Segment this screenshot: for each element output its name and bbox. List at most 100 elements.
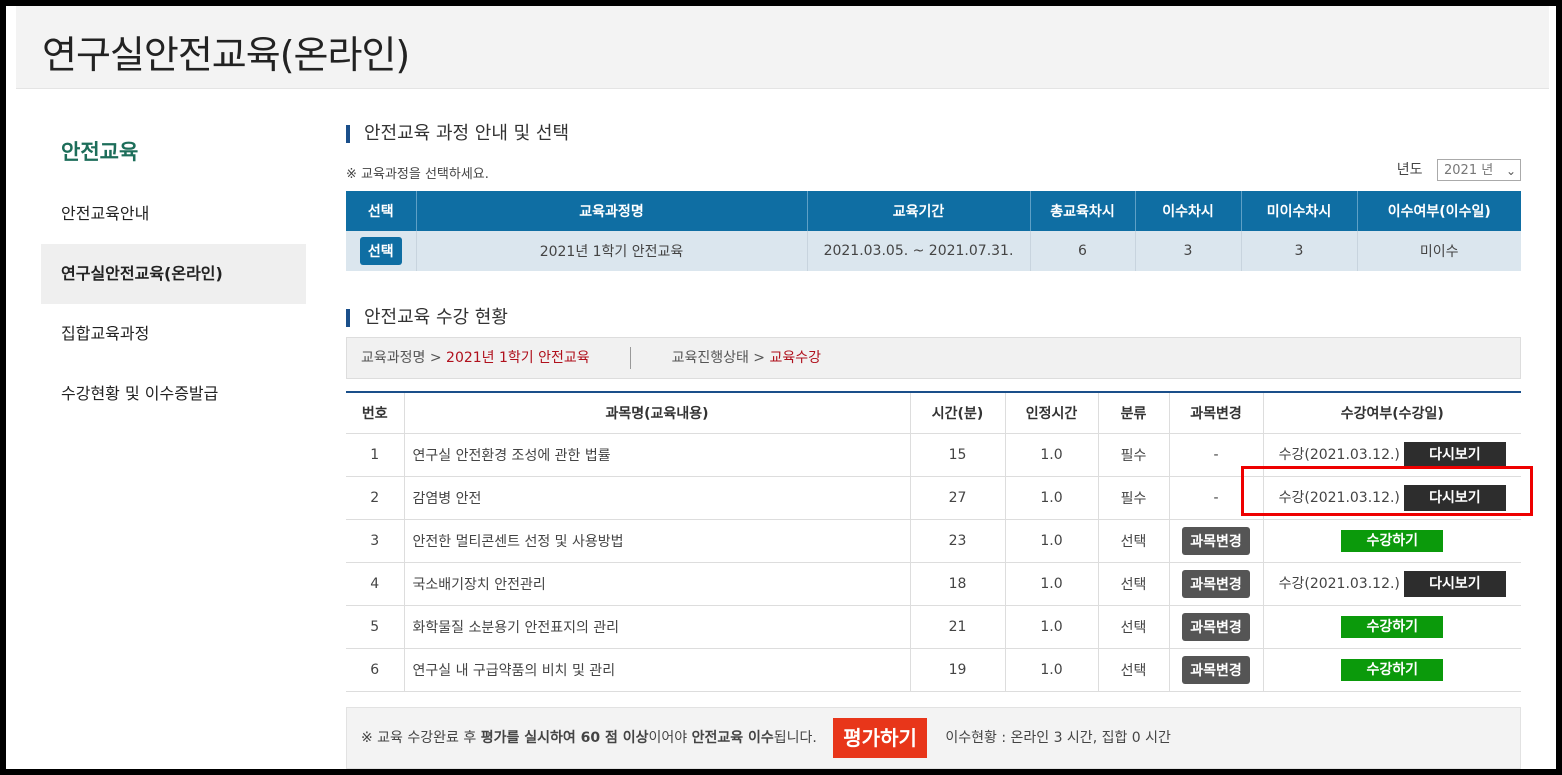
table-row: 5 화학물질 소분용기 안전표지의 관리 21 1.0 선택 과목변경 수강하기 xyxy=(346,605,1521,649)
lesson-no: 5 xyxy=(346,605,405,649)
change-subject-button[interactable]: 과목변경 xyxy=(1182,527,1250,555)
col-header: 선택 xyxy=(346,191,417,231)
lesson-no: 4 xyxy=(346,562,405,606)
state-value: 교육수강 xyxy=(769,350,822,366)
course-name-label: 교육과정명 > xyxy=(361,350,442,366)
table-row: 선택 2021년 1학기 안전교육 2021.03.05. ~ 2021.07.… xyxy=(346,231,1521,271)
lesson-change-cell: 과목변경 xyxy=(1169,562,1264,606)
year-select-value: 2021 년 xyxy=(1444,163,1494,178)
year-select[interactable]: 2021 년 ⌄ xyxy=(1437,159,1521,181)
review-button[interactable]: 다시보기 xyxy=(1403,442,1506,468)
sidebar-item-online-education[interactable]: 연구실안전교육(온라인) xyxy=(41,244,306,304)
progress-status-bar: 교육과정명 > 2021년 1학기 안전교육 교육진행상태 > 교육수강 xyxy=(346,337,1521,379)
course-notice: ※ 교육과정을 선택하세요. xyxy=(346,167,489,182)
col-header: 과목변경 xyxy=(1169,392,1264,434)
lesson-change-cell: 과목변경 xyxy=(1169,519,1264,563)
highlight-box xyxy=(1241,466,1533,516)
review-button[interactable]: 다시보기 xyxy=(1403,571,1506,597)
sidebar-item-group-course[interactable]: 집합교육과정 xyxy=(41,304,306,364)
lesson-table-header: 번호 과목명(교육내용) 시간(분) 인정시간 분류 과목변경 수강여부(수강일… xyxy=(346,392,1521,434)
col-header: 번호 xyxy=(346,392,405,434)
divider xyxy=(630,347,632,369)
table-row: 3 안전한 멀티콘센트 선정 및 사용방법 23 1.0 선택 과목변경 수강하… xyxy=(346,519,1521,563)
year-label: 년도 xyxy=(1396,162,1423,178)
footer-text-mid: 이어야 xyxy=(648,730,692,746)
evaluate-button[interactable]: 평가하기 xyxy=(833,718,927,758)
course-incomplete: 3 xyxy=(1241,231,1358,271)
lesson-minutes: 19 xyxy=(910,648,1006,692)
table-row: 4 국소배기장치 안전관리 18 1.0 선택 과목변경 수강(2021.03.… xyxy=(346,562,1521,606)
col-header: 총교육차시 xyxy=(1030,191,1136,231)
lesson-minutes: 27 xyxy=(910,476,1006,520)
lesson-name: 연구실 안전환경 조성에 관한 법률 xyxy=(404,433,911,477)
lesson-minutes: 15 xyxy=(910,433,1006,477)
page-frame: 연구실안전교육(온라인) 안전교육 안전교육안내 연구실안전교육(온라인) 집합… xyxy=(6,6,1556,769)
lesson-credit: 1.0 xyxy=(1005,476,1099,520)
lesson-change-cell: 과목변경 xyxy=(1169,648,1264,692)
sidebar: 안전교육 안전교육안내 연구실안전교육(온라인) 집합교육과정 수강현황 및 이… xyxy=(41,124,306,424)
col-header: 교육과정명 xyxy=(416,191,808,231)
lesson-status-cell: 수강하기 xyxy=(1263,605,1521,649)
course-name-value: 2021년 1학기 안전교육 xyxy=(446,350,590,366)
lesson-name: 연구실 내 구급약품의 비치 및 관리 xyxy=(404,648,911,692)
col-header: 이수차시 xyxy=(1135,191,1242,231)
lesson-no: 1 xyxy=(346,433,405,477)
lesson-credit: 1.0 xyxy=(1005,648,1099,692)
col-header: 미이수차시 xyxy=(1241,191,1358,231)
lesson-status-cell: 수강하기 xyxy=(1263,519,1521,563)
lesson-type: 필수 xyxy=(1098,476,1170,520)
page-title: 연구실안전교육(온라인) xyxy=(42,33,410,77)
evaluation-footer: ※ 교육 수강완료 후 평가를 실시하여 60 점 이상이어야 안전교육 이수됩… xyxy=(346,707,1521,769)
course-total: 6 xyxy=(1030,231,1136,271)
chevron-down-icon: ⌄ xyxy=(1505,164,1516,178)
course-name: 2021년 1학기 안전교육 xyxy=(416,231,808,271)
course-table-header: 선택 교육과정명 교육기간 총교육차시 이수차시 미이수차시 이수여부(이수일) xyxy=(346,191,1521,231)
sidebar-item-safety-guide[interactable]: 안전교육안내 xyxy=(41,184,306,244)
lesson-credit: 1.0 xyxy=(1005,605,1099,649)
lesson-no: 2 xyxy=(346,476,405,520)
lesson-name: 감염병 안전 xyxy=(404,476,911,520)
take-course-button[interactable]: 수강하기 xyxy=(1341,659,1444,681)
lesson-no: 3 xyxy=(346,519,405,563)
col-header: 교육기간 xyxy=(807,191,1031,231)
select-course-button[interactable]: 선택 xyxy=(359,237,402,265)
lesson-credit: 1.0 xyxy=(1005,433,1099,477)
page-header: 연구실안전교육(온라인) xyxy=(16,6,1549,89)
lesson-status: 수강(2021.03.12.) xyxy=(1278,576,1400,592)
col-header: 이수여부(이수일) xyxy=(1357,191,1521,231)
change-subject-button[interactable]: 과목변경 xyxy=(1182,613,1250,641)
lesson-name: 국소배기장치 안전관리 xyxy=(404,562,911,606)
lesson-type: 선택 xyxy=(1098,605,1170,649)
course-section-title: 안전교육 과정 안내 및 선택 xyxy=(346,125,569,143)
sidebar-title: 안전교육 xyxy=(61,140,139,164)
course-table: 선택 교육과정명 교육기간 총교육차시 이수차시 미이수차시 이수여부(이수일)… xyxy=(346,191,1521,271)
footer-text-bold2: 안전교육 이수 xyxy=(691,730,774,746)
lesson-type: 필수 xyxy=(1098,433,1170,477)
lesson-type: 선택 xyxy=(1098,562,1170,606)
lesson-name: 안전한 멀티콘센트 선정 및 사용방법 xyxy=(404,519,911,563)
lesson-name: 화학물질 소분용기 안전표지의 관리 xyxy=(404,605,911,649)
take-course-button[interactable]: 수강하기 xyxy=(1341,616,1444,638)
lesson-minutes: 21 xyxy=(910,605,1006,649)
col-header: 시간(분) xyxy=(910,392,1006,434)
course-period: 2021.03.05. ~ 2021.07.31. xyxy=(807,231,1031,271)
table-row: 6 연구실 내 구급약품의 비치 및 관리 19 1.0 선택 과목변경 수강하… xyxy=(346,648,1521,692)
footer-text-suffix: 됩니다. xyxy=(773,730,817,746)
course-completed: 3 xyxy=(1135,231,1242,271)
lesson-change-cell: 과목변경 xyxy=(1169,605,1264,649)
progress-section-title: 안전교육 수강 현황 xyxy=(346,309,508,327)
col-header: 분류 xyxy=(1098,392,1170,434)
change-subject-button[interactable]: 과목변경 xyxy=(1182,656,1250,684)
state-label: 교육진행상태 > xyxy=(671,350,766,366)
change-subject-button[interactable]: 과목변경 xyxy=(1182,570,1250,598)
lesson-credit: 1.0 xyxy=(1005,519,1099,563)
take-course-button[interactable]: 수강하기 xyxy=(1341,530,1444,552)
lesson-minutes: 18 xyxy=(910,562,1006,606)
lesson-no: 6 xyxy=(346,648,405,692)
course-status: 미이수 xyxy=(1357,231,1521,271)
lesson-type: 선택 xyxy=(1098,648,1170,692)
col-header: 인정시간 xyxy=(1005,392,1099,434)
sidebar-item-certificate[interactable]: 수강현황 및 이수증발급 xyxy=(41,364,306,424)
lesson-type: 선택 xyxy=(1098,519,1170,563)
completion-summary: 이수현황 : 온라인 3 시간, 집합 0 시간 xyxy=(945,730,1171,746)
